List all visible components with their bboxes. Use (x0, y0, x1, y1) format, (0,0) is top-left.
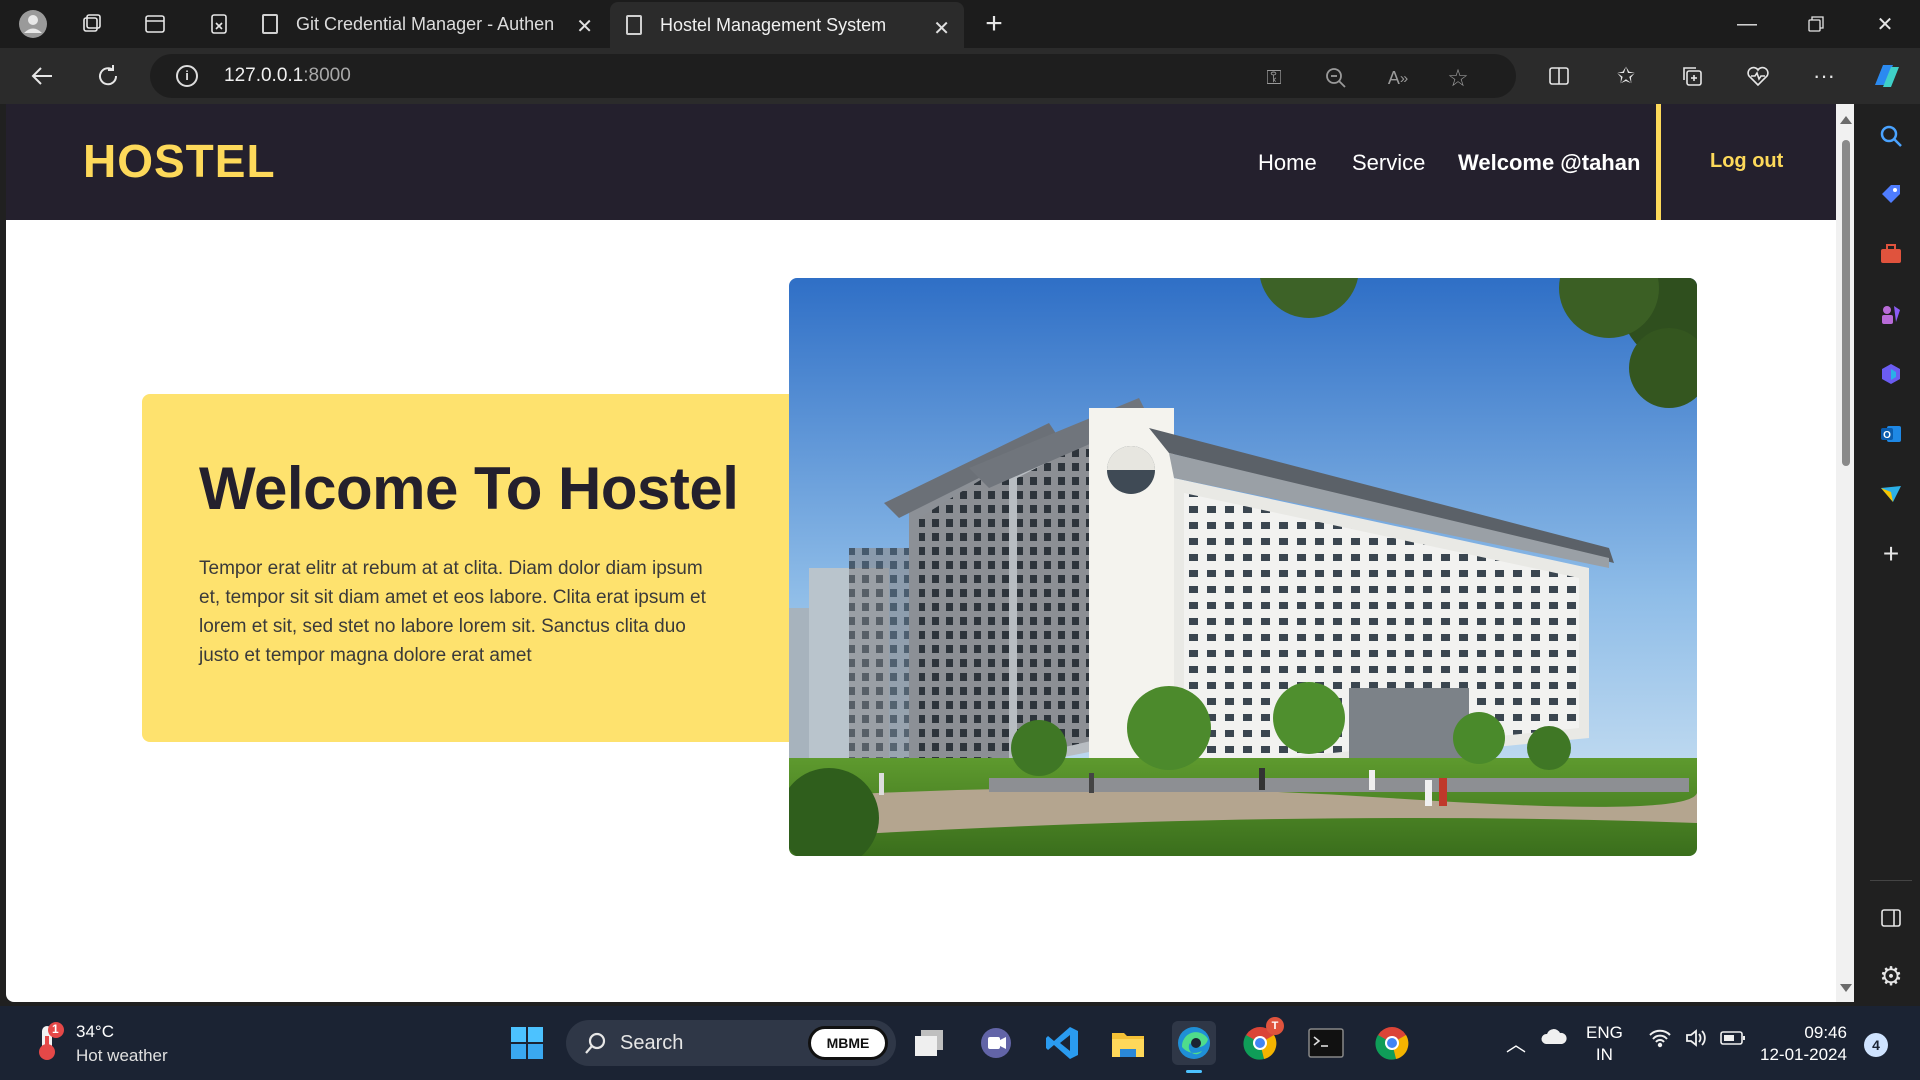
tab-git-credential[interactable]: Git Credential Manager - Authen ✕ (262, 0, 607, 48)
collections-icon[interactable] (1674, 58, 1710, 94)
sidebar-divider (1870, 880, 1912, 881)
close-tabs-icon[interactable] (203, 8, 235, 40)
language-line2: IN (1595, 1045, 1613, 1064)
taskbar-search[interactable]: Search MBME (566, 1020, 896, 1066)
site-brand-logo[interactable]: HOSTEL (83, 134, 276, 188)
document-icon (626, 15, 642, 35)
favorites-icon[interactable]: ✩ (1608, 58, 1644, 94)
weather-temp: 34°C (76, 1022, 114, 1041)
search-icon[interactable] (1875, 120, 1907, 152)
refresh-icon[interactable] (90, 58, 126, 94)
weather-desc: Hot weather (76, 1046, 168, 1065)
tab-title: Hostel Management System (660, 14, 887, 35)
terminal-icon[interactable] (1304, 1021, 1348, 1065)
hero-card: Welcome To Hostel Tempor erat elitr at r… (142, 394, 796, 742)
profile-avatar-icon[interactable] (17, 8, 49, 40)
clock-date: 12-01-2024 (1760, 1045, 1847, 1064)
start-windows-icon[interactable] (505, 1021, 549, 1065)
close-window-button[interactable]: ✕ (1852, 0, 1918, 48)
split-screen-icon[interactable] (1541, 58, 1577, 94)
mbme-widget[interactable]: MBME (808, 1026, 888, 1060)
svg-text:O: O (1883, 430, 1891, 441)
minimize-button[interactable]: — (1714, 0, 1780, 48)
browser-essentials-icon[interactable] (1740, 58, 1776, 94)
outlook-icon[interactable]: O (1875, 418, 1907, 450)
nav-welcome-user[interactable]: Welcome @tahan (1458, 150, 1640, 176)
search-icon (585, 1032, 606, 1054)
browser-toolbar: i 127.0.0.1:8000 ⚿ A» ☆ ✩ ··· (0, 48, 1920, 104)
key-icon[interactable]: ⚿ (1260, 64, 1288, 92)
language-indicator[interactable]: ENG IN (1586, 1022, 1623, 1066)
workspaces-icon[interactable] (76, 8, 108, 40)
browser-tab-bar: Git Credential Manager - Authen ✕ Hostel… (0, 0, 1920, 48)
games-icon[interactable] (1875, 298, 1907, 330)
settings-gear-icon[interactable]: ⚙ (1875, 960, 1907, 992)
shopping-tag-icon[interactable] (1875, 178, 1907, 210)
hero-description: Tempor erat elitr at rebum at at clita. … (199, 558, 706, 666)
vscode-icon[interactable] (1040, 1021, 1084, 1065)
notification-count-badge[interactable]: 4 (1864, 1033, 1888, 1057)
document-icon (262, 14, 278, 34)
site-header: HOSTEL Home Service Welcome @tahan Log o… (6, 104, 1836, 220)
onedrive-cloud-icon[interactable] (1540, 1028, 1568, 1051)
address-bar[interactable]: i 127.0.0.1:8000 ⚿ A» ☆ (150, 54, 1516, 98)
read-aloud-icon[interactable]: A» (1384, 64, 1412, 92)
logout-button[interactable]: Log out (1710, 150, 1783, 173)
tab-actions-icon[interactable] (139, 8, 171, 40)
tab-title: Git Credential Manager - Authen (296, 13, 555, 34)
search-label: Search (620, 1032, 684, 1054)
restore-button[interactable] (1783, 0, 1849, 48)
nav-divider (1656, 104, 1661, 220)
thermometer-icon (39, 1022, 64, 1060)
microsoft-365-icon[interactable] (1875, 358, 1907, 390)
hero-title: Welcome To Hostel (199, 455, 739, 522)
hide-sidebar-icon[interactable] (1875, 902, 1907, 934)
battery-icon[interactable] (1720, 1030, 1746, 1051)
back-arrow-icon[interactable] (24, 58, 60, 94)
add-sidebar-app-icon[interactable]: + (1875, 538, 1907, 570)
nav-link-service[interactable]: Service (1352, 150, 1425, 176)
close-tab-icon[interactable]: ✕ (933, 16, 950, 41)
new-tab-icon[interactable]: + (978, 7, 1010, 40)
clock-time: 09:46 (1804, 1023, 1847, 1042)
weather-alert-badge: 1 (52, 1022, 59, 1036)
active-app-indicator (1186, 1070, 1202, 1073)
send-drop-icon[interactable] (1875, 478, 1907, 510)
scroll-down-arrow-icon[interactable] (1840, 984, 1852, 992)
show-hidden-icons-chevron-icon[interactable]: ︿ (1506, 1028, 1526, 1057)
tab-hostel-management[interactable]: Hostel Management System ✕ (610, 2, 964, 48)
volume-icon[interactable] (1685, 1028, 1709, 1053)
hostel-building-image (789, 278, 1697, 856)
close-tab-icon[interactable]: ✕ (576, 14, 593, 39)
chrome-icon[interactable] (1370, 1021, 1414, 1065)
chrome-profile-icon[interactable]: T (1238, 1017, 1284, 1065)
copilot-icon[interactable] (1868, 58, 1904, 94)
language-line1: ENG (1586, 1023, 1623, 1042)
favorite-star-icon[interactable]: ☆ (1444, 64, 1472, 92)
site-info-icon[interactable]: i (176, 65, 198, 87)
file-explorer-icon[interactable] (1106, 1021, 1150, 1065)
windows-taskbar: 1 34°C Hot weather Search MBME T ︿ ENG I… (0, 1006, 1920, 1080)
chrome-profile-badge: T (1266, 1017, 1284, 1035)
task-view-icon[interactable] (908, 1021, 952, 1065)
edge-browser-icon[interactable] (1172, 1021, 1216, 1073)
zoom-icon[interactable] (1322, 64, 1350, 92)
page-viewport: HOSTEL Home Service Welcome @tahan Log o… (6, 104, 1854, 1002)
scroll-up-arrow-icon[interactable] (1840, 116, 1852, 124)
url-text: 127.0.0.1:8000 (224, 65, 351, 86)
edge-sidebar: O + ⚙ (1862, 104, 1920, 1006)
tools-icon[interactable] (1875, 238, 1907, 270)
scrollbar-thumb[interactable] (1842, 140, 1850, 466)
taskbar-clock[interactable]: 09:46 12-01-2024 (1760, 1022, 1847, 1066)
teams-meet-icon[interactable] (974, 1021, 1018, 1065)
nav-link-home[interactable]: Home (1258, 150, 1317, 176)
wifi-icon[interactable] (1648, 1028, 1672, 1053)
page-scrollbar[interactable] (1836, 104, 1854, 1002)
more-menu-icon[interactable]: ··· (1806, 58, 1842, 94)
